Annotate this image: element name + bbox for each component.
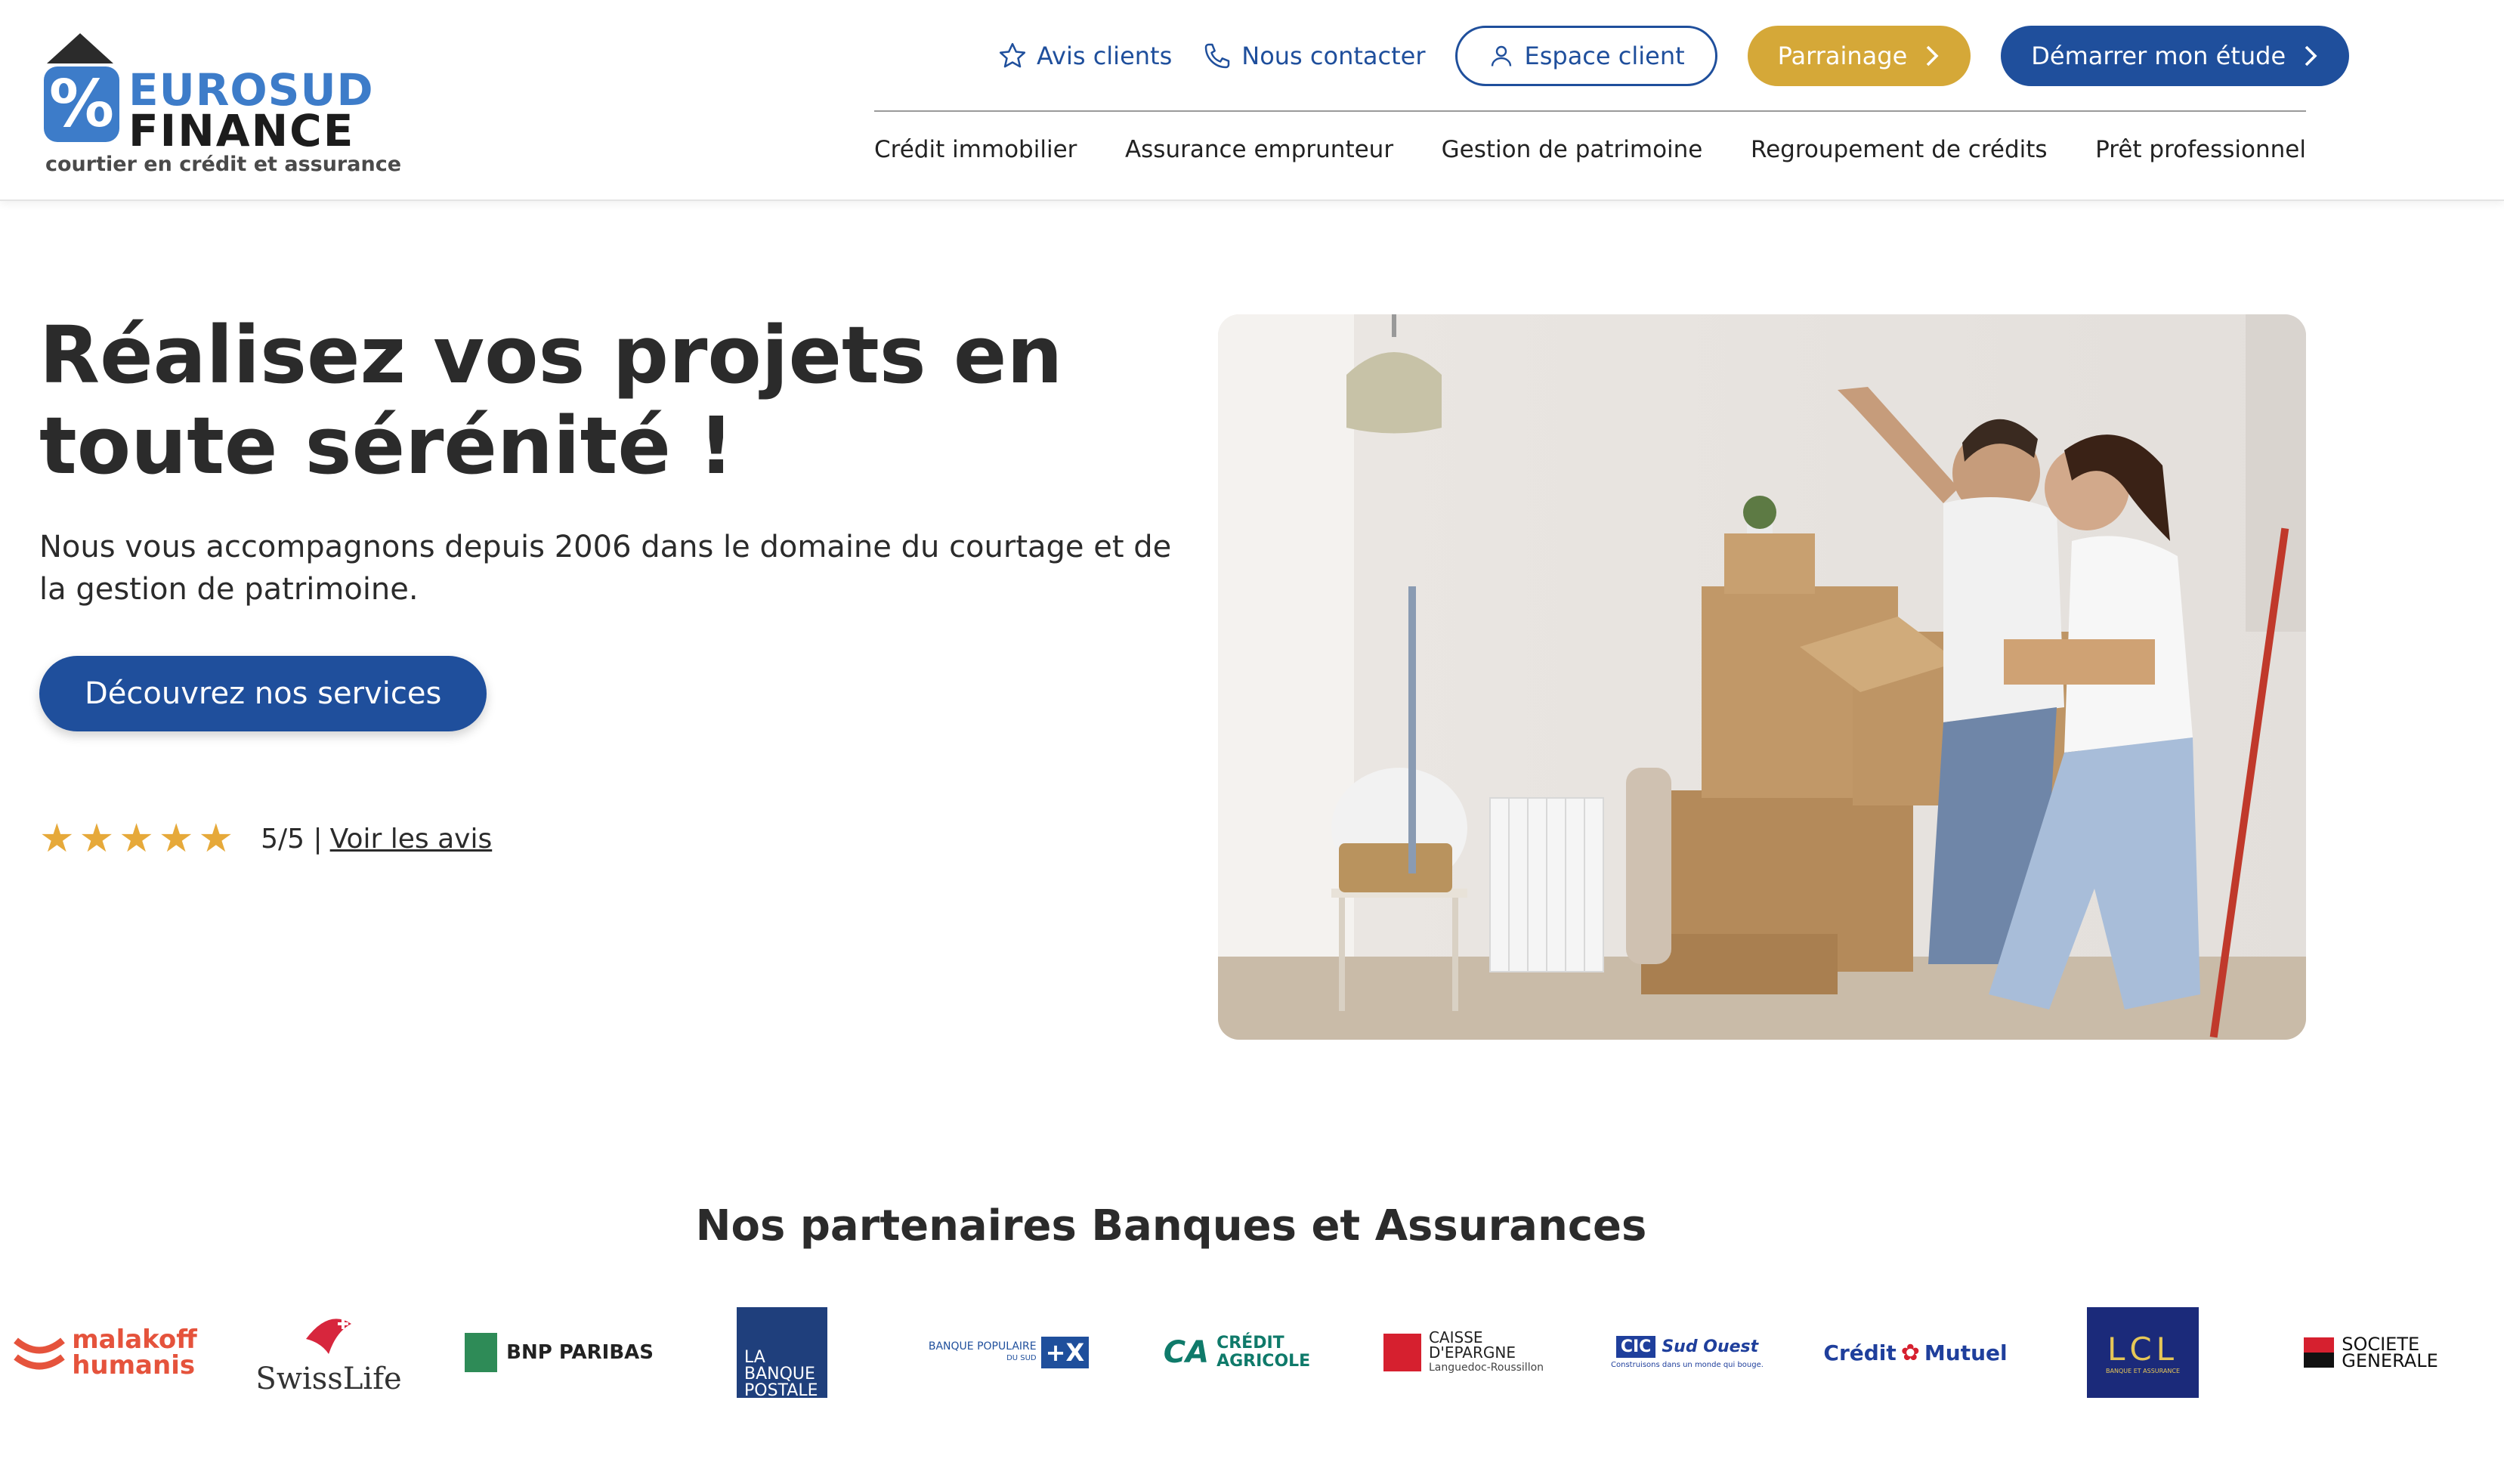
logo-word-finance: FINANCE xyxy=(128,105,355,156)
malakoff-line1: malakoff xyxy=(72,1325,197,1355)
ca-line2: AGRICOLE xyxy=(1216,1352,1311,1371)
nav-divider xyxy=(874,110,2306,112)
nav-credit-immobilier[interactable]: Crédit immobilier xyxy=(874,136,1077,163)
logo-percent-badge: % xyxy=(44,66,119,142)
bp-mark: +X xyxy=(1040,1337,1090,1368)
ce-squirrel-icon xyxy=(1383,1334,1421,1371)
sg-square-icon xyxy=(2304,1337,2335,1368)
swisslife-text: SwissLife xyxy=(255,1362,402,1396)
lbp-line1: LA xyxy=(744,1348,765,1367)
ca-mark: CA xyxy=(1163,1335,1210,1370)
partner-logo-caisse-epargne[interactable]: CAISSE D'EPARGNE Languedoc-Roussillon xyxy=(1377,1300,1550,1405)
avis-clients-label: Avis clients xyxy=(1037,42,1173,70)
ce-line2: D'EPARGNE xyxy=(1428,1343,1516,1362)
partner-logo-societe-generale[interactable]: SOCIETE GENERALE xyxy=(2295,1300,2447,1405)
lcl-sub: BANQUE ET ASSURANCE xyxy=(2106,1368,2180,1374)
bp-text: BANQUE POPULAIRE xyxy=(928,1340,1037,1353)
bp-sub: DU SUD xyxy=(1006,1354,1037,1362)
logo-tagline: courtier en crédit et assurance xyxy=(45,153,402,176)
partner-logo-banque-populaire[interactable]: BANQUE POPULAIRE DU SUD +X xyxy=(923,1300,1094,1405)
lbp-line3: POSTALE xyxy=(744,1381,818,1400)
partner-logo-malakoff-humanis[interactable]: malakoff humanis xyxy=(11,1300,199,1405)
cic-sub: Construisons dans un monde qui bouge. xyxy=(1611,1361,1764,1369)
logo-roof-icon xyxy=(47,33,113,63)
hero-photo-couple-moving xyxy=(1218,314,2306,1040)
demarrer-etude-button[interactable]: Démarrer mon étude xyxy=(2001,26,2350,86)
demarrer-etude-label: Démarrer mon étude xyxy=(2031,42,2286,70)
parrainage-label: Parrainage xyxy=(1777,42,1908,70)
user-icon xyxy=(1492,45,1512,66)
swisslife-mark-icon xyxy=(306,1319,351,1354)
malakoff-line2: humanis xyxy=(72,1350,196,1380)
cm-line1: Crédit xyxy=(1823,1340,1897,1365)
eurosud-logo[interactable]: % EUROSUD FINANCE courtier en crédit et … xyxy=(39,33,401,177)
ce-line1: CAISSE xyxy=(1428,1328,1483,1346)
lcl-text: LCL xyxy=(2107,1331,2179,1368)
partner-logo-la-banque-postale[interactable]: LA BANQUE POSTALE xyxy=(737,1300,827,1405)
rating-stars: ★ ★ ★ ★ ★ xyxy=(39,818,238,860)
star-icon: ★ xyxy=(79,816,115,861)
ce-line3: Languedoc-Roussillon xyxy=(1428,1362,1544,1374)
rating-row: ★ ★ ★ ★ ★ 5/5 | Voir les avis xyxy=(39,818,492,860)
partner-logo-credit-agricole[interactable]: CA CRÉDIT AGRICOLE xyxy=(1158,1300,1316,1405)
malakoff-swoosh-icon xyxy=(14,1337,66,1370)
cm-line2: Mutuel xyxy=(1924,1340,2008,1365)
voir-avis-link[interactable]: Voir les avis xyxy=(330,824,493,855)
ca-line1: CRÉDIT xyxy=(1216,1334,1284,1353)
hero-title: Réalisez vos projets en toute sérénité ! xyxy=(39,309,1063,492)
avis-clients-link[interactable]: Avis clients xyxy=(997,41,1172,71)
nous-contacter-label: Nous contacter xyxy=(1241,42,1426,70)
site-header: % EUROSUD FINANCE courtier en crédit et … xyxy=(0,0,2504,201)
phone-icon xyxy=(1205,43,1230,69)
bnp-square-icon xyxy=(465,1333,498,1372)
espace-client-button[interactable]: Espace client xyxy=(1455,26,1717,86)
partner-logo-bnp-paribas[interactable]: BNP PARIBAS xyxy=(465,1300,654,1405)
discover-services-button[interactable]: Découvrez nos services xyxy=(39,656,487,731)
nav-regroupement-credits[interactable]: Regroupement de crédits xyxy=(1751,136,2048,163)
header-top-links: Avis clients Nous contacter Espace clien… xyxy=(997,26,2350,86)
lbp-line2: BANQUE xyxy=(744,1365,815,1384)
espace-client-label: Espace client xyxy=(1524,42,1685,70)
star-icon: ★ xyxy=(158,816,194,861)
bnp-text: BNP PARIBAS xyxy=(506,1341,654,1364)
star-icon: ★ xyxy=(119,816,154,861)
parrainage-button[interactable]: Parrainage xyxy=(1747,26,1971,86)
nav-pret-professionnel[interactable]: Prêt professionnel xyxy=(2095,136,2306,163)
cic-text: Sud Ouest xyxy=(1662,1337,1759,1356)
cic-mark: CIC xyxy=(1615,1336,1656,1358)
main-nav: Crédit immobilier Assurance emprunteur G… xyxy=(874,136,2306,163)
chevron-right-icon xyxy=(1926,45,1939,66)
partner-logo-swisslife[interactable]: SwissLife xyxy=(255,1300,402,1405)
chevron-right-icon xyxy=(2305,45,2317,66)
partners-logo-strip: malakoff humanis SwissLife BNP PARIBAS L… xyxy=(0,1300,2504,1405)
partners-title: Nos partenaires Banques et Assurances xyxy=(695,1201,1647,1251)
nous-contacter-link[interactable]: Nous contacter xyxy=(1202,41,1425,71)
partner-logo-lcl[interactable]: LCL BANQUE ET ASSURANCE xyxy=(2087,1300,2199,1405)
cm-mark-icon: ✿ xyxy=(1900,1339,1920,1366)
star-icon: ★ xyxy=(198,816,234,861)
hero-subtitle: Nous vous accompagnons depuis 2006 dans … xyxy=(39,530,1172,607)
partner-logo-credit-mutuel[interactable]: Crédit ✿ Mutuel xyxy=(1823,1300,2007,1405)
star-outline-icon xyxy=(999,42,1026,68)
nav-gestion-patrimoine[interactable]: Gestion de patrimoine xyxy=(1442,136,1703,163)
sg-line2: GENERALE xyxy=(2342,1350,2438,1371)
rating-score: 5/5 | xyxy=(261,823,323,855)
nav-assurance-emprunteur[interactable]: Assurance emprunteur xyxy=(1125,136,1393,163)
star-icon: ★ xyxy=(39,816,75,861)
partner-logo-cic-sud-ouest[interactable]: CIC Sud Ouest Construisons dans un monde… xyxy=(1608,1300,1767,1405)
